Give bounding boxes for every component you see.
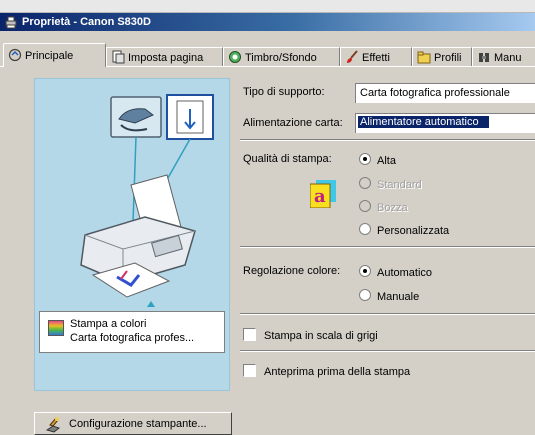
summary-media-type: Carta fotografica profes... [70,332,195,344]
quality-letter-a-icon: a [310,180,336,208]
quality-bozza-radio[interactable]: Bozza [359,200,408,214]
page-setup-icon [112,50,125,64]
tab-effetti[interactable]: Effetti [340,47,412,66]
radio-label: Standard [377,179,422,191]
color-adjustment-label: Regolazione colore: [243,265,341,277]
radio-dot [359,153,371,165]
main-tab-icon [8,48,22,62]
radio-dot [359,200,371,212]
color-print-icon [48,320,64,336]
separator-color [240,313,535,315]
tab-timbro-sfondo[interactable]: Timbro/Sfondo [223,47,340,66]
separator-media [240,139,535,141]
checkbox-box [243,328,256,341]
printer-properties-icon [5,16,17,29]
print-quality-label: Qualità di stampa: [243,153,332,165]
quality-personalizzata-radio[interactable]: Personalizzata [359,223,449,237]
checkbox-label: Stampa in scala di grigi [264,330,378,342]
title-bar[interactable]: Proprietà - Canon S830D [0,13,535,31]
radio-dot [359,223,371,235]
quality-alta-radio[interactable]: Alta [359,153,396,167]
svg-text:a: a [314,186,326,207]
color-automatico-radio[interactable]: Automatico [359,265,432,279]
paper-source-select[interactable]: Alimentatore automatico [355,113,535,133]
effects-brush-icon [347,50,358,63]
media-type-label: Tipo di supporto: [243,86,325,98]
paper-source-label: Alimentazione carta: [243,117,343,129]
printer-config-icon [45,417,61,433]
checkbox-label: Anteprima prima della stampa [264,366,411,378]
print-summary-box: Stampa a colori Carta fotografica profes… [39,311,225,353]
media-type-select[interactable]: Carta fotografica professionale [355,83,535,103]
quality-standard-radio[interactable]: Standard [359,177,422,191]
stamp-icon [229,51,241,63]
media-type-value: Carta fotografica professionale [360,87,510,99]
radio-dot [359,177,371,189]
window-top-strip [0,0,535,13]
profiles-icon [417,51,431,64]
tab-label: Imposta pagina [128,52,204,64]
tab-label: Timbro/Sfondo [245,52,317,64]
color-manuale-radio[interactable]: Manuale [359,289,419,303]
tab-imposta-pagina[interactable]: Imposta pagina [106,47,223,66]
tab-strip: Principale Imposta pagina Timbro/Sfondo … [0,38,535,67]
radio-label: Automatico [377,267,433,279]
separator-grayscale [240,350,535,352]
tab-label: Principale [25,50,74,62]
printer-config-label: Configurazione stampante... [69,418,207,430]
tab-manutenzione[interactable]: Manu [472,47,535,66]
tab-label: Effetti [362,52,390,64]
tab-label: Profili [434,52,462,64]
printer-configuration-button[interactable]: Configurazione stampante... [34,412,232,435]
window-title: Proprietà - Canon S830D [22,16,151,28]
tab-label: Manu [494,52,522,64]
radio-label: Personalizzata [377,225,450,237]
radio-label: Bozza [377,202,408,214]
radio-label: Manuale [377,291,420,303]
tab-principale[interactable]: Principale [3,43,106,67]
paper-source-value: Alimentatore automatico [358,116,489,128]
preview-before-print-checkbox[interactable]: Anteprima prima della stampa [243,364,410,378]
tab-profili[interactable]: Profili [412,47,472,66]
summary-color-mode: Stampa a colori [70,318,147,330]
printer-illustration [80,94,214,307]
checkbox-box [243,364,256,377]
settings-preview-panel: Stampa a colori Carta fotografica profes… [34,78,230,391]
maintenance-icon [479,53,489,62]
radio-dot [359,289,371,301]
radio-dot [359,265,371,277]
separator-quality [240,246,535,248]
grayscale-checkbox[interactable]: Stampa in scala di grigi [243,328,378,342]
radio-label: Alta [377,155,396,167]
